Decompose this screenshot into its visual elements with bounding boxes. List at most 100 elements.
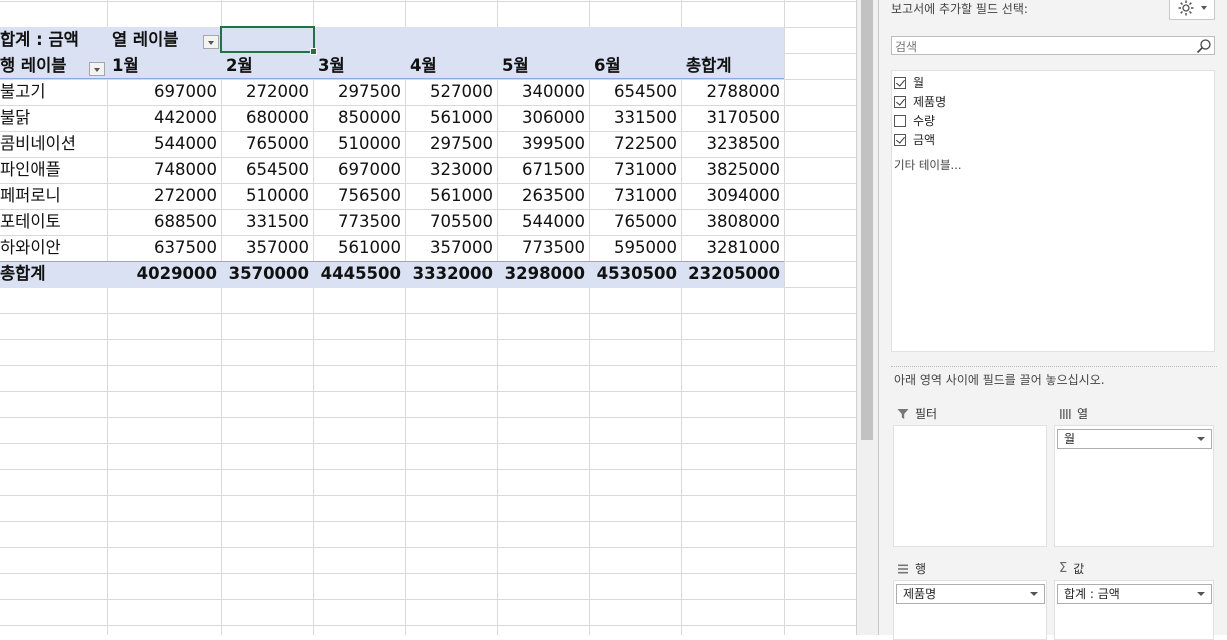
value-cell[interactable]: 357000 <box>393 235 493 261</box>
field-checkbox[interactable] <box>894 76 906 89</box>
value-cell[interactable]: 671500 <box>485 157 585 183</box>
vertical-scrollbar[interactable] <box>856 0 878 635</box>
field-checkbox[interactable] <box>894 114 906 127</box>
row-label[interactable]: 불닭 <box>0 105 30 131</box>
value-cell[interactable]: 3238500 <box>680 131 781 157</box>
selected-cell[interactable] <box>220 26 317 55</box>
value-cell[interactable]: 510000 <box>209 183 309 209</box>
value-cell[interactable]: 722500 <box>577 131 677 157</box>
value-cell[interactable]: 3808000 <box>680 209 781 235</box>
rows-drop-area[interactable]: 제품명 <box>893 580 1047 640</box>
grand-total-cell[interactable]: 23205000 <box>680 261 780 287</box>
row-label[interactable]: 포테이토 <box>0 209 61 235</box>
value-cell[interactable]: 654500 <box>209 157 309 183</box>
grand-total-cell[interactable]: 3570000 <box>209 261 309 287</box>
pivot-column-header[interactable]: 2월 <box>226 53 253 79</box>
value-cell[interactable]: 306000 <box>485 105 585 131</box>
row-label[interactable]: 파인애플 <box>0 157 61 183</box>
value-cell[interactable]: 756500 <box>301 183 401 209</box>
more-tables-link[interactable]: 기타 테이블... <box>894 157 962 173</box>
rows-field-product[interactable]: 제품명 <box>896 584 1045 604</box>
value-cell[interactable]: 748000 <box>117 157 217 183</box>
field-item[interactable]: 금액 <box>894 131 935 148</box>
value-cell[interactable]: 442000 <box>117 105 217 131</box>
row-label[interactable]: 하와이안 <box>0 235 61 261</box>
row-label[interactable]: 불고기 <box>0 79 46 105</box>
value-cell[interactable]: 340000 <box>485 79 585 105</box>
value-cell[interactable]: 595000 <box>577 235 677 261</box>
value-cell[interactable]: 637500 <box>117 235 217 261</box>
field-checkbox[interactable] <box>894 95 906 108</box>
value-cell[interactable]: 544000 <box>117 131 217 157</box>
field-item[interactable]: 월 <box>894 74 924 91</box>
values-area-title: Σ 값 <box>1059 560 1084 577</box>
value-cell[interactable]: 705500 <box>393 209 493 235</box>
row-filter-dropdown-button[interactable] <box>89 62 105 76</box>
scrollbar-thumb[interactable] <box>861 0 873 440</box>
pivot-column-header[interactable]: 5월 <box>502 53 529 79</box>
value-cell[interactable]: 765000 <box>577 209 677 235</box>
value-cell[interactable]: 331500 <box>209 209 309 235</box>
row-labels-caption[interactable]: 행 레이블 <box>0 53 66 79</box>
value-cell[interactable]: 688500 <box>117 209 217 235</box>
pivot-column-header[interactable]: 1월 <box>112 53 139 79</box>
field-label: 월 <box>913 76 925 90</box>
value-cell[interactable]: 399500 <box>485 131 585 157</box>
values-field-sum-amount[interactable]: 합계 : 금액 <box>1057 584 1212 604</box>
value-cell[interactable]: 561000 <box>301 235 401 261</box>
value-cell[interactable]: 654500 <box>577 79 677 105</box>
value-cell[interactable]: 3825000 <box>680 157 781 183</box>
value-cell[interactable]: 3170500 <box>680 105 781 131</box>
row-label[interactable]: 콤비네이션 <box>0 131 76 157</box>
values-drop-area[interactable]: 합계 : 금액 <box>1054 580 1214 640</box>
pivot-column-header[interactable]: 총합계 <box>686 53 732 79</box>
value-cell[interactable]: 331500 <box>577 105 677 131</box>
value-cell[interactable]: 731000 <box>577 183 677 209</box>
row-label[interactable]: 페퍼로니 <box>0 183 61 209</box>
value-field-caption[interactable]: 합계 : 금액 <box>0 27 79 53</box>
value-cell[interactable]: 3094000 <box>680 183 781 209</box>
spreadsheet-grid[interactable]: 합계 : 금액 열 레이블 행 레이블 1월 2월 3월 4월 5월 6월 총합계 불고기 6… <box>0 0 856 635</box>
column-filter-dropdown-button[interactable] <box>203 35 219 49</box>
grand-total-cell[interactable]: 4029000 <box>117 261 217 287</box>
value-cell[interactable]: 272000 <box>117 183 217 209</box>
value-cell[interactable]: 731000 <box>577 157 677 183</box>
grand-total-cell[interactable]: 3332000 <box>393 261 493 287</box>
value-cell[interactable]: 3281000 <box>680 235 781 261</box>
value-cell[interactable]: 561000 <box>393 183 493 209</box>
pivot-column-header[interactable]: 4월 <box>410 53 437 79</box>
field-item[interactable]: 수량 <box>894 112 935 129</box>
field-checkbox[interactable] <box>894 133 906 146</box>
value-cell[interactable]: 773500 <box>485 235 585 261</box>
value-cell[interactable]: 297500 <box>393 131 493 157</box>
grand-total-cell[interactable]: 4530500 <box>577 261 677 287</box>
value-cell[interactable]: 773500 <box>301 209 401 235</box>
columns-field-month[interactable]: 월 <box>1057 429 1212 449</box>
field-item[interactable]: 제품명 <box>894 93 946 110</box>
grand-total-cell[interactable]: 3298000 <box>485 261 585 287</box>
pivot-column-header[interactable]: 6월 <box>594 53 621 79</box>
value-cell[interactable]: 527000 <box>393 79 493 105</box>
filters-drop-area[interactable] <box>893 425 1047 547</box>
grand-total-cell[interactable]: 4445500 <box>301 261 401 287</box>
value-cell[interactable]: 850000 <box>301 105 401 131</box>
value-cell[interactable]: 697000 <box>301 157 401 183</box>
value-cell[interactable]: 697000 <box>117 79 217 105</box>
value-cell[interactable]: 272000 <box>209 79 309 105</box>
grand-total-label[interactable]: 총합계 <box>0 261 46 287</box>
value-cell[interactable]: 297500 <box>301 79 401 105</box>
value-cell[interactable]: 765000 <box>209 131 309 157</box>
value-cell[interactable]: 510000 <box>301 131 401 157</box>
column-labels-caption[interactable]: 열 레이블 <box>112 27 178 53</box>
value-cell[interactable]: 263500 <box>485 183 585 209</box>
value-cell[interactable]: 544000 <box>485 209 585 235</box>
search-input[interactable]: 검색 <box>891 36 1215 55</box>
value-cell[interactable]: 561000 <box>393 105 493 131</box>
value-cell[interactable]: 323000 <box>393 157 493 183</box>
value-cell[interactable]: 2788000 <box>680 79 781 105</box>
pivot-column-header[interactable]: 3월 <box>318 53 345 79</box>
value-cell[interactable]: 680000 <box>209 105 309 131</box>
columns-drop-area[interactable]: 월 <box>1054 425 1214 547</box>
value-cell[interactable]: 357000 <box>209 235 309 261</box>
settings-button[interactable] <box>1169 0 1215 20</box>
